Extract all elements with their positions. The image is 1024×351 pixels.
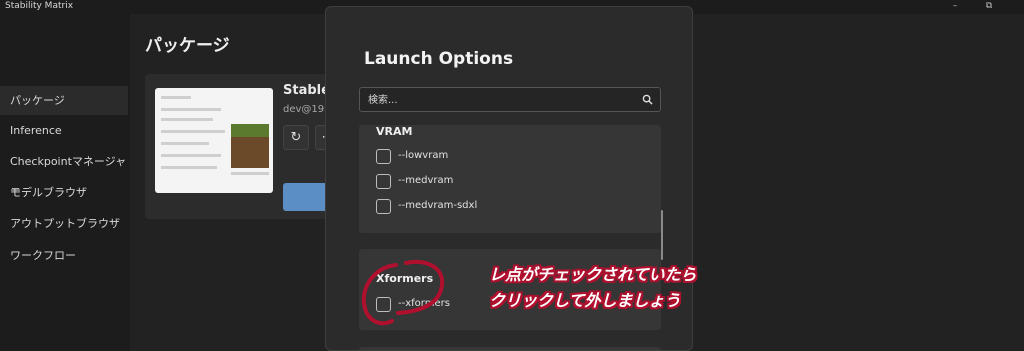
annotation-line-1: レ点がチェックされていたら [489, 265, 697, 284]
dialog-title: Launch Options [364, 49, 514, 69]
annotation-line-2: クリックして外しましょう [489, 291, 681, 310]
restore-button[interactable]: ⧉ [980, 0, 998, 12]
option-label: --medvram [398, 175, 454, 186]
checkbox-lowvram[interactable] [376, 149, 391, 164]
package-card: Stable I dev@193 ↻ ⋯ [145, 74, 345, 219]
sidebar-item-output-browser[interactable]: アウトプットブラウザ [0, 209, 128, 238]
sidebar-item-inference[interactable]: Inference [0, 116, 128, 145]
sidebar-item-packages[interactable]: パッケージ [0, 86, 128, 115]
sidebar: パッケージ Inference Checkpointマネージャー モデルブラウザ… [0, 14, 130, 351]
checkbox-medvram[interactable] [376, 174, 391, 189]
refresh-icon[interactable]: ↻ [283, 125, 309, 150]
minimize-button[interactable]: – [946, 0, 964, 12]
sidebar-item-checkpoint-manager[interactable]: Checkpointマネージャー [0, 147, 128, 197]
checkbox-medvram-sdxl[interactable] [376, 199, 391, 214]
app-title: Stability Matrix [5, 1, 74, 11]
search-box [359, 87, 661, 112]
scrollbar[interactable] [661, 210, 663, 260]
section-vram: VRAM --lowvram --medvram --medvram-sdxl [359, 125, 661, 233]
annotation-circle [361, 260, 445, 326]
page-title: パッケージ [145, 36, 230, 56]
search-input[interactable] [368, 91, 628, 109]
thumbnail-image [231, 124, 269, 168]
sidebar-item-workflow[interactable]: ワークフロー [0, 241, 128, 270]
sidebar-item-model-browser[interactable]: モデルブラウザ [0, 178, 128, 207]
option-label: --medvram-sdxl [398, 200, 478, 211]
package-version: dev@193 [283, 104, 331, 115]
option-label: --lowvram [398, 150, 449, 161]
package-thumbnail [155, 88, 273, 193]
annotation-text: レ点がチェックされていたら クリックして外しましょう [489, 262, 697, 314]
section-next [359, 347, 661, 350]
section-title-vram: VRAM [376, 125, 413, 138]
search-icon[interactable] [642, 94, 653, 105]
